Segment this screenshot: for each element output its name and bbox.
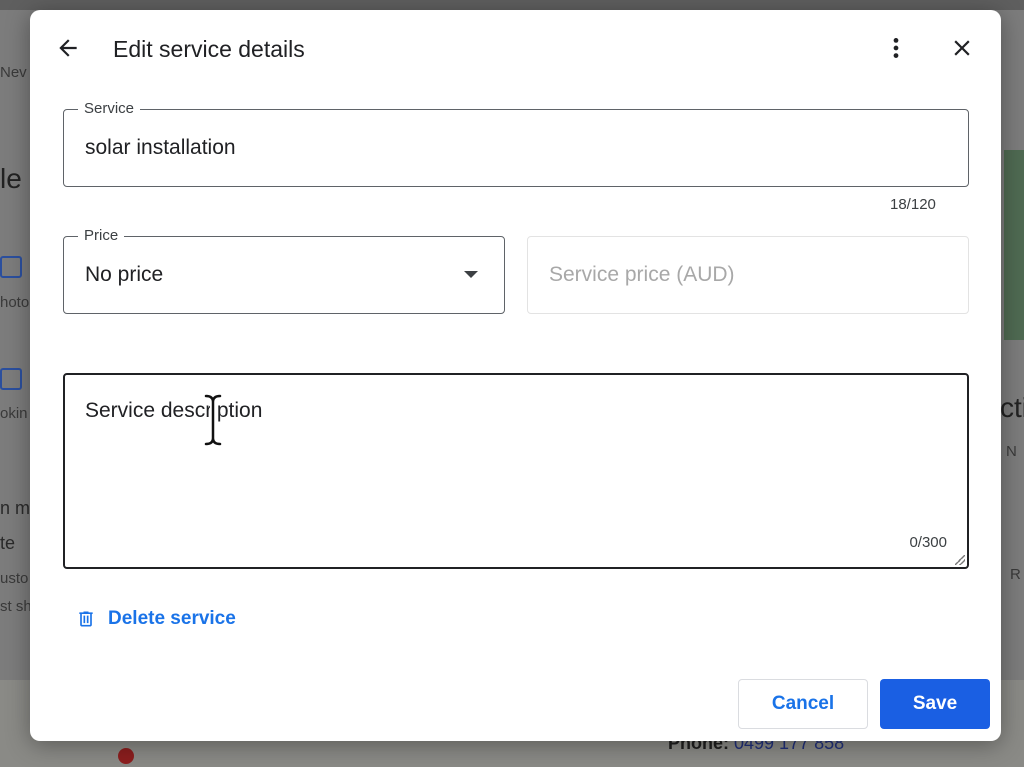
service-description-input[interactable] (85, 399, 945, 539)
delete-service-label: Delete service (108, 608, 236, 629)
more-vert-icon (893, 38, 899, 58)
photo-icon (0, 256, 22, 278)
background-text: hoto (0, 294, 30, 311)
dropdown-arrow-icon (464, 271, 478, 278)
map-pin-icon (118, 748, 134, 764)
save-button[interactable]: Save (880, 679, 990, 729)
service-char-counter: 18/120 (890, 196, 936, 213)
arrow-back-icon (59, 39, 77, 57)
service-price-field[interactable] (527, 236, 969, 314)
service-name-field[interactable]: Service solar installation (63, 100, 969, 187)
price-selected-value: No price (85, 263, 164, 286)
more-options-button[interactable] (878, 30, 914, 66)
dialog-title: Edit service details (113, 36, 305, 62)
background-text: te (0, 533, 16, 553)
back-button[interactable] (50, 30, 86, 66)
trash-icon (79, 611, 93, 627)
background-text: N (1006, 443, 1017, 460)
close-icon (954, 40, 970, 56)
resize-handle[interactable] (955, 555, 965, 565)
background-text: Nev (0, 64, 27, 81)
background-text: st sh (0, 598, 32, 615)
dialog-header: Edit service details (30, 10, 1001, 86)
cancel-button[interactable]: Cancel (738, 679, 868, 729)
close-button[interactable] (944, 30, 980, 66)
service-description-field[interactable]: 0/300 (63, 373, 969, 569)
background-text: usto (0, 570, 29, 587)
edit-service-dialog: Edit service details Service solar insta… (30, 10, 1001, 741)
calendar-icon (0, 368, 22, 390)
description-char-counter: 0/300 (909, 534, 947, 551)
price-field-label: Price (78, 227, 125, 245)
service-field-label: Service (78, 100, 141, 118)
background-text: R (1010, 566, 1021, 583)
delete-service-button[interactable]: Delete service (76, 608, 236, 630)
background-text: le (0, 163, 22, 194)
background-topbar (0, 0, 1024, 10)
price-type-select[interactable]: Price No price (63, 227, 505, 314)
service-price-input[interactable] (549, 263, 929, 287)
background-green-panel (1004, 150, 1024, 340)
background-text: okin (0, 405, 28, 422)
service-name-value[interactable]: solar installation (85, 136, 236, 160)
background-text: cti (1000, 392, 1024, 423)
